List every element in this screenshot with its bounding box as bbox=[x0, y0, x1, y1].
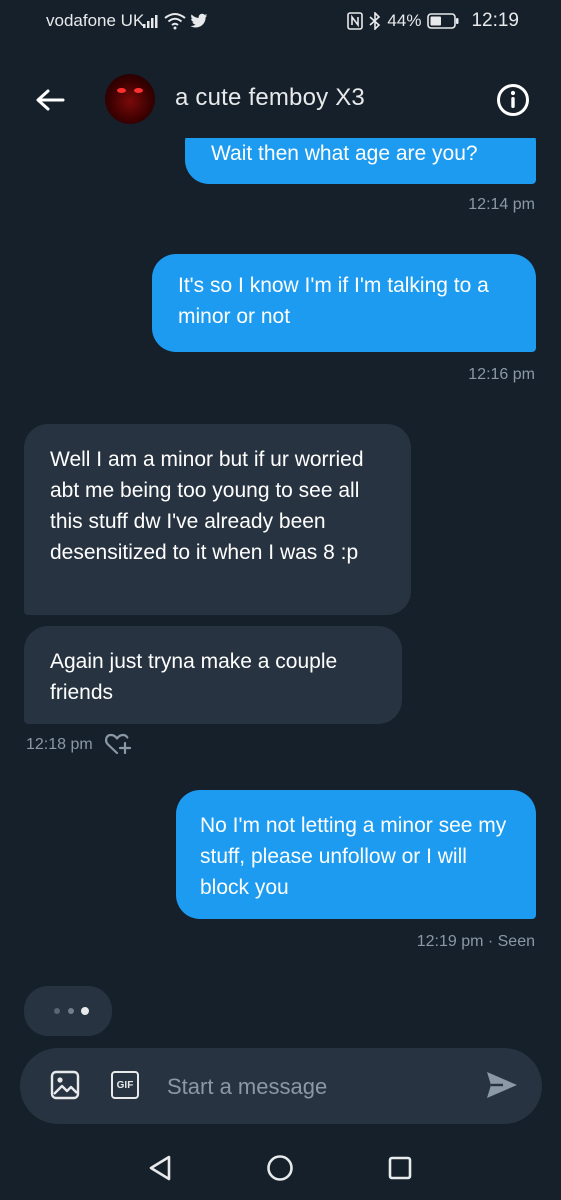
nav-back-icon bbox=[149, 1155, 171, 1181]
gif-icon: GIF bbox=[111, 1071, 139, 1099]
avatar-eye bbox=[117, 88, 126, 93]
bluetooth-icon bbox=[369, 12, 381, 30]
message-bubble[interactable]: It's so I know I'm if I'm talking to a m… bbox=[152, 254, 536, 352]
status-icons-left bbox=[142, 10, 208, 32]
avatar-eye bbox=[134, 88, 143, 93]
typing-indicator bbox=[24, 986, 112, 1036]
nav-recents-button[interactable] bbox=[380, 1148, 420, 1188]
back-button[interactable] bbox=[30, 80, 70, 120]
like-button[interactable] bbox=[104, 732, 134, 756]
message-text: No I'm not letting a minor see my stuff,… bbox=[200, 814, 507, 899]
typing-dot bbox=[81, 1007, 89, 1015]
signal-icon bbox=[143, 15, 158, 28]
nfc-icon bbox=[347, 12, 364, 30]
typing-dot bbox=[68, 1008, 74, 1014]
message-text: Wait then what age are you? bbox=[211, 142, 478, 165]
info-button[interactable] bbox=[495, 82, 531, 118]
nav-home-icon bbox=[267, 1155, 293, 1181]
message-text: Again just tryna make a couple friends bbox=[50, 650, 338, 704]
wifi-icon bbox=[164, 13, 186, 30]
message-bubble[interactable]: Wait then what age are you? bbox=[185, 138, 536, 184]
message-composer: GIF bbox=[20, 1048, 542, 1124]
status-bar: vodafone UK 44% 12:19 bbox=[0, 0, 561, 44]
message-input[interactable] bbox=[165, 1068, 469, 1106]
message-timestamp: 12:19 pm · Seen bbox=[416, 933, 535, 950]
conversation-header: a cute femboy X3 bbox=[0, 60, 561, 138]
clock: 12:19 bbox=[471, 10, 519, 31]
message-timestamp: 12:14 pm bbox=[468, 196, 535, 213]
message-list: Wait then what age are you? 12:14 pm It'… bbox=[0, 138, 561, 1038]
back-arrow-icon bbox=[36, 89, 65, 111]
message-bubble[interactable]: No I'm not letting a minor see my stuff,… bbox=[176, 790, 536, 919]
nav-recents-icon bbox=[388, 1156, 412, 1180]
nav-back-button[interactable] bbox=[140, 1148, 180, 1188]
system-nav-bar bbox=[0, 1130, 561, 1200]
message-text: Well I am a minor but if ur worried abt … bbox=[50, 448, 364, 564]
gif-button[interactable]: GIF bbox=[108, 1068, 142, 1102]
message-bubble[interactable]: Well I am a minor but if ur worried abt … bbox=[24, 424, 411, 615]
nav-home-button[interactable] bbox=[260, 1148, 300, 1188]
contact-name[interactable]: a cute femboy X3 bbox=[175, 84, 365, 112]
message-text: It's so I know I'm if I'm talking to a m… bbox=[178, 274, 489, 328]
info-icon bbox=[497, 84, 529, 116]
carrier-label: vodafone UK bbox=[46, 11, 145, 30]
image-icon bbox=[50, 1070, 80, 1100]
typing-dot bbox=[54, 1008, 60, 1014]
battery-icon bbox=[427, 13, 459, 29]
avatar[interactable] bbox=[105, 74, 155, 124]
twitter-bird-icon bbox=[190, 13, 208, 28]
battery-percent: 44% bbox=[387, 11, 422, 30]
send-icon bbox=[487, 1072, 517, 1098]
image-button[interactable] bbox=[48, 1068, 82, 1102]
message-timestamp: 12:16 pm bbox=[468, 366, 535, 383]
like-plus-icon bbox=[105, 733, 132, 755]
message-timestamp: 12:18 pm bbox=[26, 736, 93, 753]
message-bubble[interactable]: Again just tryna make a couple friends bbox=[24, 626, 402, 724]
send-button[interactable] bbox=[482, 1068, 522, 1102]
status-icons-right: 44% 12:19 bbox=[347, 10, 519, 32]
